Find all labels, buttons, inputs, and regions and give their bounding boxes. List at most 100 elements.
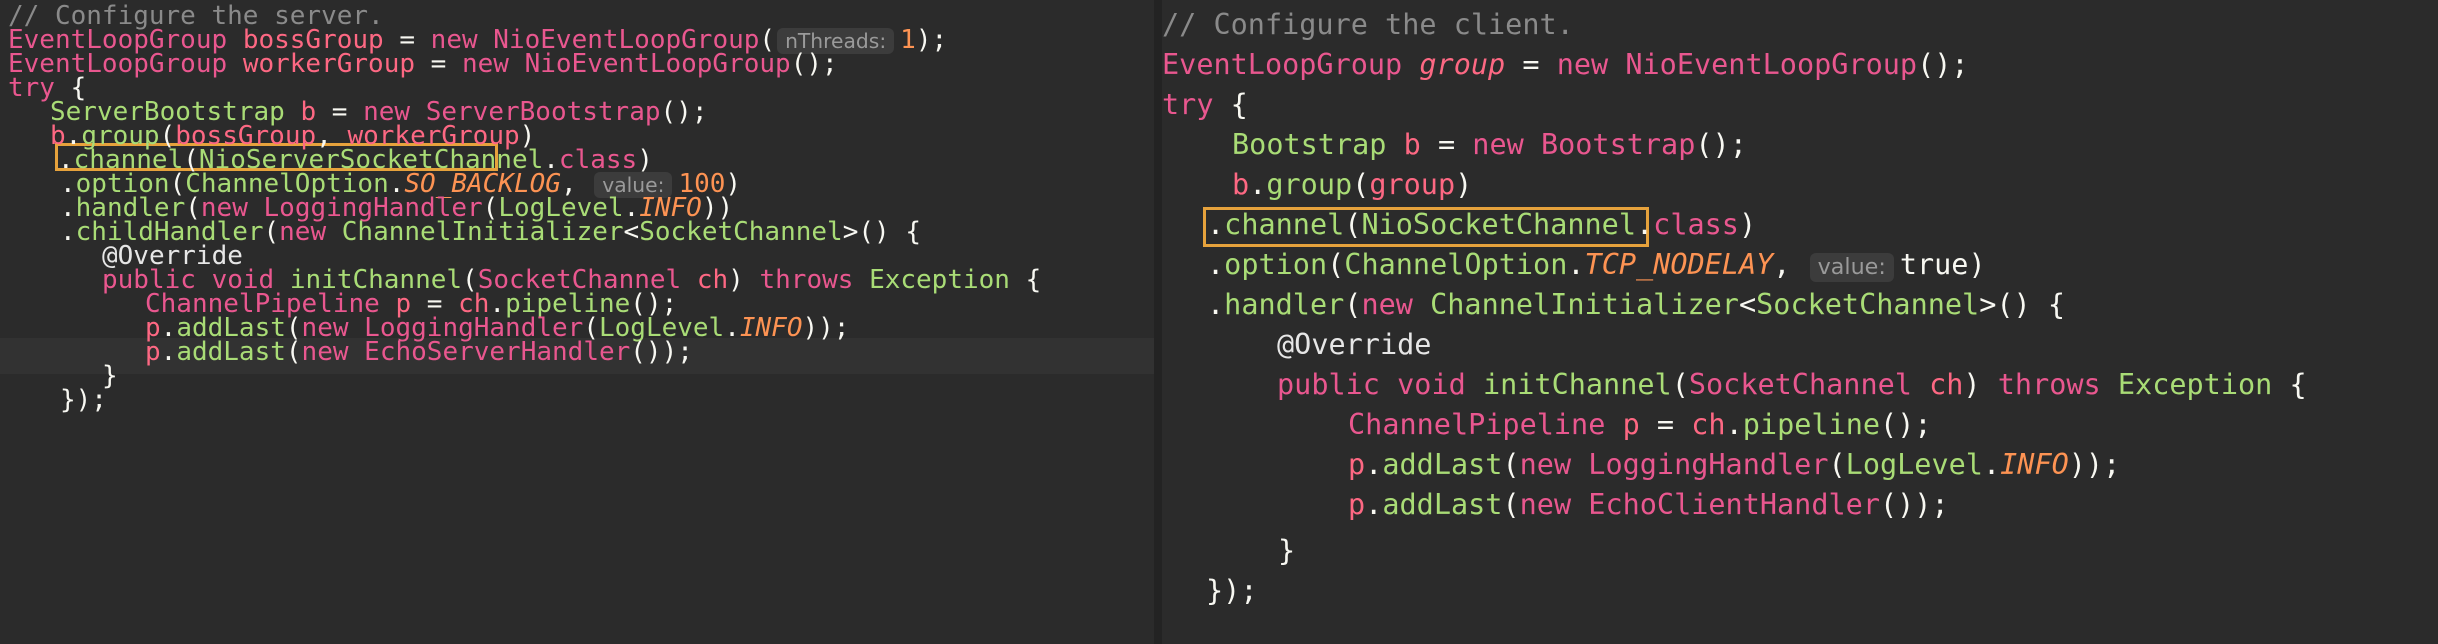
- method-name: initChannel: [1482, 368, 1672, 401]
- method-name: option: [1224, 248, 1328, 281]
- variable: b: [1232, 168, 1250, 201]
- class-name: NioSocketChannel: [1361, 208, 1636, 241]
- code-line-5[interactable]: .channel(NioSocketChannel.class): [1162, 205, 2438, 245]
- code-line-6[interactable]: .option(ChannelOption.TCP_NODELAY, value…: [1162, 245, 2438, 285]
- argument: group: [1369, 168, 1456, 201]
- annotation: @Override: [1277, 328, 1432, 361]
- keyword: try: [1162, 88, 1214, 121]
- type-name: Bootstrap: [1232, 128, 1387, 161]
- punct: ();: [1695, 128, 1747, 161]
- method-name: channel: [1224, 208, 1345, 241]
- punct: .: [1207, 288, 1225, 321]
- punct: .: [1982, 448, 2001, 481]
- param-hint: value:: [1809, 253, 1894, 282]
- class-name: Bootstrap: [1540, 128, 1696, 161]
- keyword: throws: [1997, 368, 2101, 401]
- code-line-16[interactable]: });: [0, 382, 1154, 418]
- punct: .: [1207, 248, 1225, 281]
- class-name: NioEventLoopGroup: [1625, 48, 1918, 81]
- operator: =: [1522, 48, 1540, 81]
- punct: ());: [1879, 488, 1949, 521]
- punct: ): [1968, 248, 1986, 281]
- punct: .: [1365, 488, 1383, 521]
- code-line-9[interactable]: public void initChannel(SocketChannel ch…: [1162, 365, 2438, 405]
- punct: () {: [1996, 288, 2066, 321]
- punct: ));: [2068, 448, 2121, 481]
- variable: ch: [1691, 408, 1726, 441]
- method-name: addLast: [1382, 448, 1503, 481]
- punct: (: [1671, 368, 1689, 401]
- type-param: SocketChannel: [1756, 288, 1980, 321]
- pane-divider[interactable]: [1154, 0, 1162, 644]
- variable: p: [1348, 488, 1366, 521]
- variable: group: [1419, 48, 1506, 81]
- keyword: public: [1277, 368, 1380, 401]
- keyword: void: [1397, 368, 1466, 401]
- punct: ): [1455, 168, 1473, 201]
- class-name: ChannelOption: [1344, 248, 1568, 281]
- code-line-comment[interactable]: // Configure the client.: [1162, 5, 2438, 45]
- method-name: pipeline: [1742, 408, 1881, 441]
- punct: ();: [1917, 48, 1969, 81]
- punct: ,: [1773, 248, 1791, 281]
- type-name: EventLoopGroup: [1162, 48, 1403, 81]
- code-line-2[interactable]: try {: [1162, 85, 2438, 125]
- keyword: new: [1519, 488, 1572, 521]
- operator: =: [1656, 408, 1675, 441]
- punct: });: [60, 385, 107, 415]
- code-line-11[interactable]: p.addLast(new LoggingHandler(LogLevel.IN…: [1162, 445, 2438, 485]
- code-line-7[interactable]: .handler(new ChannelInitializer<SocketCh…: [1162, 285, 2438, 325]
- code-line-1[interactable]: EventLoopGroup group = new NioEventLoopG…: [1162, 45, 2438, 85]
- punct: }: [1278, 534, 1296, 567]
- method-name: handler: [1224, 288, 1345, 321]
- code-line-3[interactable]: Bootstrap b = new Bootstrap();: [1162, 125, 2438, 165]
- code-line-12[interactable]: p.addLast(new EchoClientHandler());: [1162, 485, 2438, 525]
- client-editor-pane[interactable]: // Configure the client. EventLoopGroup …: [1162, 0, 2438, 644]
- type-name: ChannelPipeline: [1348, 408, 1606, 441]
- punct: (: [1344, 288, 1362, 321]
- class-name: ChannelInitializer: [1430, 288, 1739, 321]
- punct: >: [1979, 288, 1997, 321]
- punct: .: [1567, 248, 1585, 281]
- punct: ): [1738, 208, 1757, 241]
- constant: TCP_NODELAY: [1584, 248, 1774, 281]
- punct: .: [1249, 168, 1267, 201]
- code-line-8[interactable]: @Override: [1162, 325, 2438, 365]
- variable: p: [1622, 408, 1640, 441]
- keyword: class: [1653, 208, 1739, 241]
- comment: // Configure the client.: [1162, 8, 1574, 41]
- code-line-14[interactable]: });: [1162, 571, 2438, 611]
- punct: ): [1963, 368, 1981, 401]
- punct: {: [1230, 88, 1248, 121]
- punct: (: [1344, 208, 1362, 241]
- punct: (: [1828, 448, 1846, 481]
- punct: (: [1352, 168, 1370, 201]
- class-name: EchoClientHandler: [1588, 488, 1880, 521]
- class-name: SocketChannel: [1688, 368, 1912, 401]
- code-line-10[interactable]: ChannelPipeline p = ch.pipeline();: [1162, 405, 2438, 445]
- variable: p: [1348, 448, 1366, 481]
- constant: INFO: [2000, 448, 2069, 481]
- method-name: group: [1266, 168, 1353, 201]
- keyword: new: [1519, 448, 1572, 481]
- keyword: new: [1556, 48, 1609, 81]
- code-line-13[interactable]: }: [1162, 531, 2438, 571]
- punct: .: [1365, 448, 1383, 481]
- code-line-4[interactable]: b.group(group): [1162, 165, 2438, 205]
- variable: b: [1403, 128, 1421, 161]
- punct: .: [1725, 408, 1743, 441]
- punct: (: [1502, 448, 1520, 481]
- class-name: LoggingHandler: [1588, 448, 1829, 481]
- class-name: LogLevel: [1845, 448, 1983, 481]
- parameter: ch: [1929, 368, 1964, 401]
- punct: {: [2289, 368, 2307, 401]
- punct: ();: [1880, 408, 1932, 441]
- punct: <: [1738, 288, 1757, 321]
- punct: (: [1327, 248, 1345, 281]
- method-name: addLast: [1382, 488, 1503, 521]
- server-editor-pane[interactable]: // Configure the server. EventLoopGroup …: [0, 0, 1154, 644]
- class-name: Exception: [2117, 368, 2273, 401]
- punct: (: [1502, 488, 1520, 521]
- punct: .: [1636, 208, 1654, 241]
- operator: =: [1437, 128, 1456, 161]
